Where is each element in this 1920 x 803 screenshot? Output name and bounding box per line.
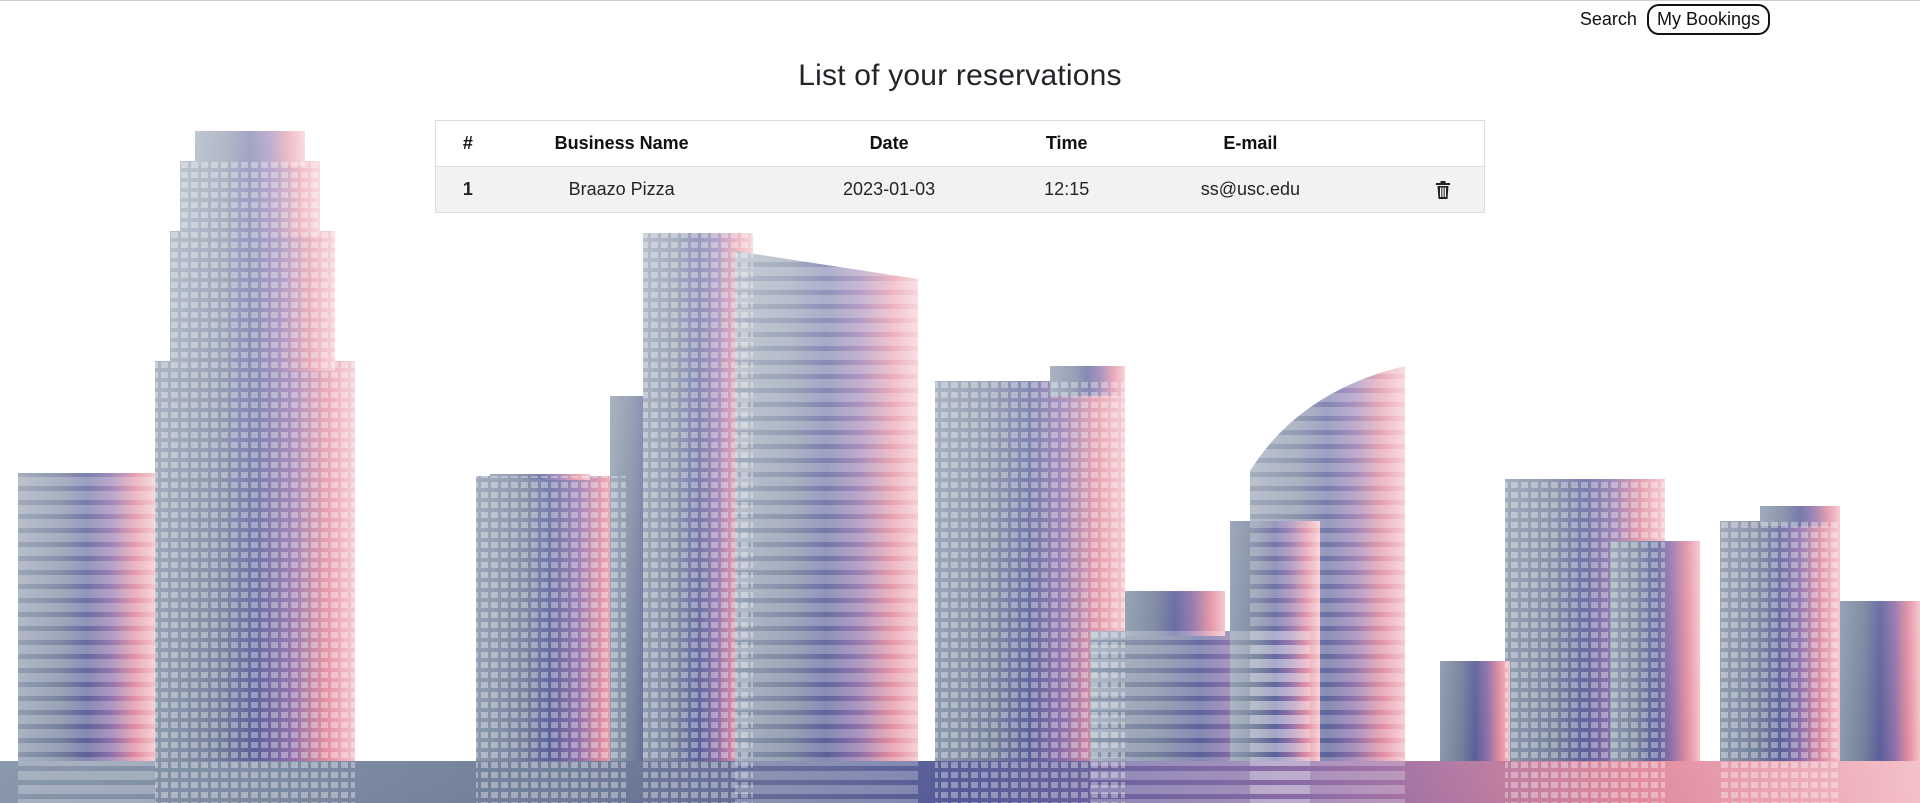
trash-icon[interactable]: [1433, 180, 1453, 200]
page: Search My Bookings List of your reservat…: [0, 0, 1920, 803]
header-business-name: Business Name: [499, 120, 744, 167]
row-actions: [1402, 166, 1485, 213]
header-time: Time: [1034, 120, 1099, 167]
row-date: 2023-01-03: [743, 166, 1035, 213]
row-number: 1: [435, 166, 500, 213]
row-business-name: Braazo Pizza: [499, 166, 744, 213]
reservations-table: # Business Name Date Time E-mail 1 Braaz…: [435, 120, 1485, 213]
table-row: 1 Braazo Pizza 2023-01-03 12:15 ss@usc.e…: [435, 166, 1485, 213]
row-time: 12:15: [1034, 166, 1099, 213]
page-title: List of your reservations: [798, 59, 1122, 92]
header-row: # Business Name Date Time E-mail: [435, 120, 1485, 167]
table-body: 1 Braazo Pizza 2023-01-03 12:15 ss@usc.e…: [435, 166, 1485, 213]
header-email: E-mail: [1098, 120, 1403, 167]
header-date: Date: [743, 120, 1035, 167]
reservations-table-container: # Business Name Date Time E-mail 1 Braaz…: [435, 120, 1485, 213]
my-bookings-link[interactable]: My Bookings: [1646, 3, 1770, 35]
row-email: ss@usc.edu: [1098, 166, 1403, 213]
table-header: # Business Name Date Time E-mail: [435, 120, 1485, 167]
top-nav: Search My Bookings: [1578, 2, 1770, 36]
header-actions: [1402, 120, 1485, 167]
header-number: #: [435, 120, 500, 167]
search-link[interactable]: Search: [1578, 4, 1639, 34]
